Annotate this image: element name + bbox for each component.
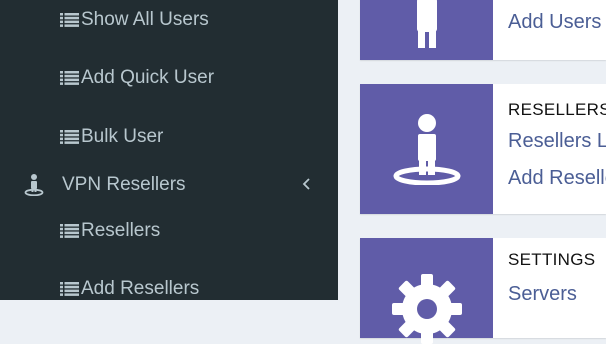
- add-users-link[interactable]: Add Users: [508, 11, 601, 34]
- add-resellers-link[interactable]: Add Reselle: [508, 167, 606, 190]
- list-icon: [60, 282, 79, 296]
- sidebar-item-label: Resellers: [81, 220, 161, 241]
- sidebar-item-resellers[interactable]: Resellers: [60, 216, 160, 246]
- resellers-box-body: RESELLERS Resellers L Add Reselle: [508, 84, 606, 214]
- settings-box-icon-bg: [360, 238, 493, 344]
- list-icon: [60, 130, 79, 144]
- reseller-icon: [24, 174, 44, 196]
- reseller-icon: [393, 114, 460, 185]
- users-box-body: Add Users: [508, 0, 606, 60]
- settings-info-box: SETTINGS Servers: [360, 238, 606, 344]
- sidebar-item-label: Add Quick User: [81, 67, 215, 88]
- sidebar-item-label: Show All Users: [81, 9, 209, 30]
- sidebar-item-show-all-users[interactable]: Show All Users: [60, 5, 209, 35]
- users-box-icon-bg: [360, 0, 493, 60]
- resellers-box-icon-bg: [360, 84, 493, 214]
- settings-box-body: SETTINGS Servers: [508, 238, 606, 338]
- resellers-list-link[interactable]: Resellers L: [508, 130, 606, 153]
- sidebar-item-label: VPN Resellers: [62, 174, 186, 195]
- list-icon: [60, 71, 79, 85]
- list-icon: [60, 13, 79, 27]
- list-icon: [60, 224, 79, 238]
- resellers-box-title: RESELLERS: [508, 100, 606, 119]
- users-info-box: Add Users: [360, 0, 606, 60]
- settings-box-title: SETTINGS: [508, 250, 596, 269]
- sidebar-item-label: Add Resellers: [81, 278, 200, 299]
- sidebar: Show All Users Add Quick User Bulk User …: [0, 0, 338, 300]
- resellers-info-box: RESELLERS Resellers L Add Reselle: [360, 84, 606, 214]
- chevron-left-icon: [302, 178, 310, 190]
- servers-link[interactable]: Servers: [508, 283, 577, 306]
- sidebar-item-add-quick-user[interactable]: Add Quick User: [60, 63, 214, 93]
- gear-icon: [391, 274, 462, 344]
- user-icon: [416, 0, 437, 48]
- sidebar-item-bulk-user[interactable]: Bulk User: [60, 122, 163, 152]
- sidebar-item-vpn-resellers[interactable]: VPN Resellers: [22, 170, 322, 200]
- sidebar-item-label: Bulk User: [81, 126, 164, 147]
